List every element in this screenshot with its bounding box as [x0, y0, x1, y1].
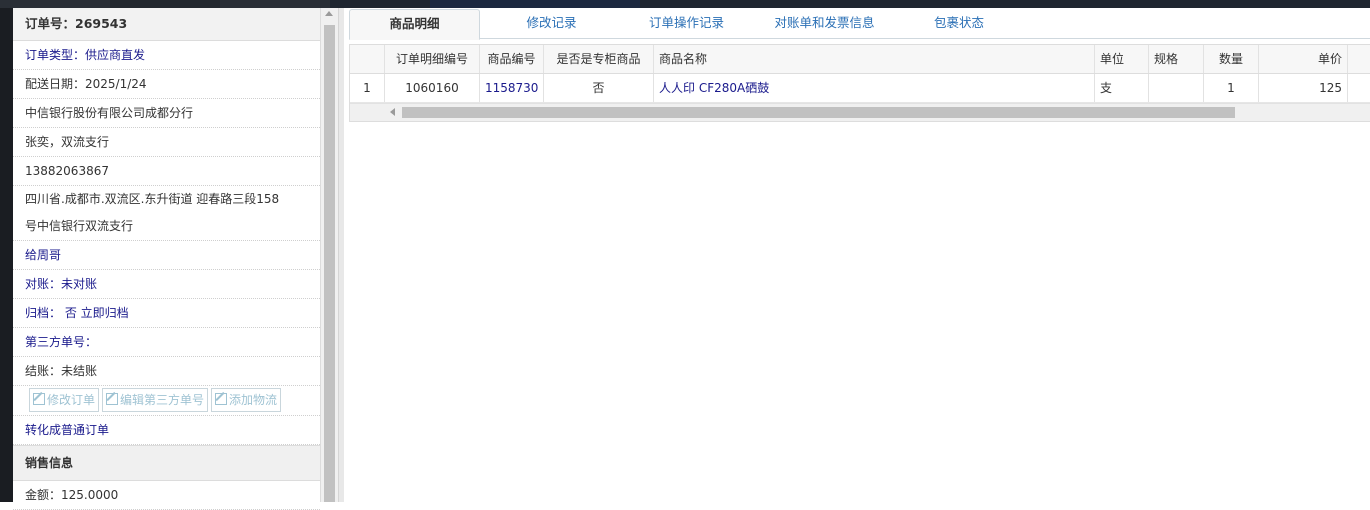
- header-unit[interactable]: 单位: [1095, 45, 1149, 73]
- header-rownum: [350, 45, 385, 73]
- cell-rownum: 1: [350, 74, 385, 102]
- order-action-buttons: 修改订单 编辑第三方单号 添加物流: [13, 386, 320, 416]
- cell-unit: 支: [1095, 74, 1149, 102]
- reconcile-status[interactable]: 对账：未对账: [13, 270, 320, 299]
- header-unit-price[interactable]: 单价: [1259, 45, 1348, 73]
- edit-third-party-label: 编辑第三方单号: [120, 393, 205, 407]
- vertical-scroll-thumb[interactable]: [324, 25, 335, 502]
- header-product-code[interactable]: 商品编号: [480, 45, 544, 73]
- sales-info-header: 销售信息: [13, 445, 320, 481]
- cell-quantity: 1: [1204, 74, 1259, 102]
- edit-icon: [106, 393, 119, 405]
- order-info-panel: 订单号：269543 订单类型：供应商直发 配送日期：2025/1/24 中信银…: [0, 8, 320, 510]
- edit-third-party-button[interactable]: 编辑第三方单号: [102, 388, 209, 412]
- vertical-scrollbar[interactable]: [320, 8, 338, 502]
- panel-splitter[interactable]: [338, 8, 344, 502]
- tab-product-details[interactable]: 商品明细: [349, 9, 480, 40]
- customer-phone: 13882063867: [13, 157, 320, 186]
- top-strip: [0, 0, 1370, 8]
- detail-tabs: 商品明细 修改记录 订单操作记录 对账单和发票信息 包裹状态: [349, 8, 1370, 40]
- edit-order-label: 修改订单: [47, 393, 96, 407]
- edit-icon: [33, 393, 45, 405]
- sales-amount: 金额：125.0000: [13, 481, 320, 510]
- tab-change-log[interactable]: 修改记录: [494, 9, 609, 37]
- edit-icon: [215, 393, 228, 405]
- horizontal-scrollbar[interactable]: [350, 103, 1370, 121]
- cell-counter-product: 否: [544, 74, 654, 102]
- delivery-date: 配送日期：2025/1/24: [13, 70, 320, 99]
- grid-header-row: 订单明细编号 商品编号 是否是专柜商品 商品名称 单位 规格 数量 单价: [350, 45, 1370, 74]
- tab-order-operation-log[interactable]: 订单操作记录: [629, 9, 744, 37]
- cell-detail-id: 1060160: [385, 74, 480, 102]
- assignee-link[interactable]: 给周哥: [13, 241, 320, 270]
- add-logistics-button[interactable]: 添加物流: [211, 388, 282, 412]
- cell-product-code-link[interactable]: 1158730: [480, 74, 544, 102]
- order-number: 订单号：269543: [13, 8, 320, 41]
- header-counter-product[interactable]: 是否是专柜商品: [544, 45, 654, 73]
- add-logistics-label: 添加物流: [229, 393, 278, 407]
- cell-product-name-link[interactable]: 人人印 CF280A硒鼓: [654, 74, 1095, 102]
- scroll-left-arrow-icon[interactable]: [390, 108, 395, 116]
- order-type: 订单类型：供应商直发: [13, 41, 320, 70]
- cell-unit-price: 125: [1259, 74, 1348, 102]
- scroll-up-arrow-icon[interactable]: [325, 11, 333, 16]
- table-row[interactable]: 1 1060160 1158730 否 人人印 CF280A硒鼓 支 1 125: [350, 74, 1370, 103]
- header-product-name[interactable]: 商品名称: [654, 45, 1095, 73]
- header-spec[interactable]: 规格: [1149, 45, 1204, 73]
- edit-order-button[interactable]: 修改订单: [29, 388, 100, 412]
- address-line-2: 号中信银行双流支行: [25, 219, 134, 233]
- customer-company: 中信银行股份有限公司成都分行: [13, 99, 320, 128]
- order-info-content: 订单号：269543 订单类型：供应商直发 配送日期：2025/1/24 中信银…: [13, 8, 320, 510]
- third-party-number: 第三方单号：: [13, 328, 320, 357]
- tab-statement-invoice[interactable]: 对账单和发票信息: [757, 9, 892, 37]
- header-detail-id[interactable]: 订单明细编号: [385, 45, 480, 73]
- settlement-status: 结账：未结账: [13, 357, 320, 386]
- convert-order-link[interactable]: 转化成普通订单: [13, 416, 320, 445]
- header-quantity[interactable]: 数量: [1204, 45, 1259, 73]
- delivery-address: 四川省.成都市.双流区.东升街道 迎春路三段158 号中信银行双流支行: [13, 186, 320, 241]
- customer-contact: 张奕，双流支行: [13, 128, 320, 157]
- cell-spec: [1149, 74, 1204, 102]
- address-line-1: 四川省.成都市.双流区.东升街道 迎春路三段158: [25, 192, 280, 206]
- horizontal-scroll-thumb[interactable]: [402, 107, 1235, 118]
- archive-status[interactable]: 归档： 否 立即归档: [13, 299, 320, 328]
- product-grid: 订单明细编号 商品编号 是否是专柜商品 商品名称 单位 规格 数量 单价 1 1…: [349, 44, 1370, 122]
- tab-package-status[interactable]: 包裹状态: [909, 9, 1009, 37]
